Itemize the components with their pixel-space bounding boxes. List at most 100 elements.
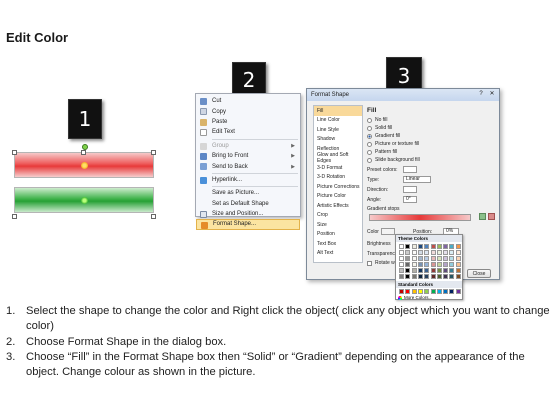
- category-fill[interactable]: Fill: [314, 106, 362, 116]
- radio-slide-background-fill[interactable]: Slide background fill: [367, 157, 420, 163]
- add-stop-icon[interactable]: [479, 213, 486, 220]
- radio-pattern-fill[interactable]: Pattern fill: [367, 149, 397, 155]
- color-swatch[interactable]: [430, 256, 436, 261]
- color-swatch[interactable]: [430, 262, 436, 267]
- color-dropdown[interactable]: [381, 228, 395, 235]
- color-swatch[interactable]: [430, 244, 436, 249]
- category-picture-color[interactable]: Picture Color: [314, 192, 362, 202]
- radio-button[interactable]: [367, 133, 372, 139]
- category-line-style[interactable]: Line Style: [314, 125, 362, 135]
- color-swatch[interactable]: [424, 268, 430, 273]
- category-position[interactable]: Position: [314, 230, 362, 240]
- color-swatch[interactable]: [399, 274, 404, 279]
- color-swatch[interactable]: [436, 262, 442, 267]
- checkbox[interactable]: [367, 260, 372, 266]
- color-swatch[interactable]: [399, 256, 404, 261]
- color-swatch[interactable]: [405, 274, 411, 279]
- resize-handle[interactable]: [12, 214, 17, 219]
- color-swatch[interactable]: [417, 256, 423, 261]
- color-swatch[interactable]: [436, 244, 442, 249]
- menu-item-cut[interactable]: Cut: [196, 96, 300, 106]
- color-swatch[interactable]: [399, 262, 404, 267]
- color-swatch[interactable]: [436, 250, 442, 255]
- color-swatch[interactable]: [449, 274, 455, 279]
- category-3d-format[interactable]: 3-D Format: [314, 163, 362, 173]
- color-swatch[interactable]: [417, 244, 423, 249]
- color-swatch[interactable]: [424, 274, 430, 279]
- gradient-stops-bar[interactable]: [369, 214, 471, 221]
- menu-item-send-to-back[interactable]: Send to Back ▶: [196, 161, 300, 171]
- color-swatch[interactable]: [443, 256, 449, 261]
- color-swatch[interactable]: [399, 289, 404, 294]
- color-swatch[interactable]: [449, 244, 455, 249]
- category-alt-text[interactable]: Alt Text: [314, 249, 362, 259]
- radio-solid-fill[interactable]: Solid fill: [367, 125, 392, 131]
- color-swatch[interactable]: [443, 250, 449, 255]
- radio-button[interactable]: [367, 117, 372, 123]
- color-swatch[interactable]: [449, 256, 455, 261]
- color-swatch[interactable]: [405, 250, 411, 255]
- more-colors-link[interactable]: More Colors...: [398, 295, 432, 300]
- radio-button[interactable]: [367, 157, 372, 163]
- color-swatch[interactable]: [443, 274, 449, 279]
- category-picture-corrections[interactable]: Picture Corrections: [314, 182, 362, 192]
- menu-item-hyperlink[interactable]: Hyperlink...: [196, 175, 300, 185]
- color-swatch[interactable]: [455, 262, 461, 267]
- resize-handle[interactable]: [12, 150, 17, 155]
- color-swatch[interactable]: [449, 268, 455, 273]
- color-swatch[interactable]: [443, 268, 449, 273]
- color-swatch[interactable]: [436, 289, 442, 294]
- color-swatch[interactable]: [411, 250, 417, 255]
- direction-dropdown[interactable]: [403, 186, 417, 193]
- color-swatch[interactable]: [449, 289, 455, 294]
- color-swatch[interactable]: [455, 268, 461, 273]
- color-swatch[interactable]: [417, 289, 423, 294]
- color-swatch[interactable]: [424, 262, 430, 267]
- category-shadow[interactable]: Shadow: [314, 135, 362, 145]
- category-artistic-effects[interactable]: Artistic Effects: [314, 201, 362, 211]
- menu-item-edit-text[interactable]: Edit Text: [196, 127, 300, 137]
- color-swatch[interactable]: [430, 250, 436, 255]
- color-swatch[interactable]: [455, 244, 461, 249]
- rotation-handle[interactable]: [82, 144, 88, 150]
- radio-button[interactable]: [367, 141, 372, 147]
- remove-stop-icon[interactable]: [488, 213, 495, 220]
- color-swatch[interactable]: [417, 268, 423, 273]
- radio-picture-fill[interactable]: Picture or texture fill: [367, 141, 419, 147]
- color-swatch[interactable]: [443, 289, 449, 294]
- category-size[interactable]: Size: [314, 220, 362, 230]
- color-swatch[interactable]: [436, 274, 442, 279]
- color-swatch[interactable]: [411, 289, 417, 294]
- menu-item-copy[interactable]: Copy: [196, 106, 300, 116]
- category-line-color[interactable]: Line Color: [314, 116, 362, 126]
- color-swatch[interactable]: [399, 250, 404, 255]
- resize-handle[interactable]: [81, 150, 86, 155]
- radio-button[interactable]: [367, 149, 372, 155]
- menu-item-group[interactable]: Group ▶: [196, 141, 300, 151]
- close-button[interactable]: Close: [467, 269, 491, 278]
- type-dropdown[interactable]: Linear: [403, 176, 431, 183]
- close-icon[interactable]: ✕: [488, 91, 496, 98]
- color-swatch[interactable]: [443, 262, 449, 267]
- color-swatch[interactable]: [411, 274, 417, 279]
- category-glow[interactable]: Glow and Soft Edges: [314, 152, 362, 164]
- color-swatch[interactable]: [411, 268, 417, 273]
- color-swatch[interactable]: [411, 262, 417, 267]
- color-swatch[interactable]: [405, 256, 411, 261]
- resize-handle[interactable]: [151, 214, 156, 219]
- selected-shapes[interactable]: [10, 144, 158, 223]
- menu-item-size-position[interactable]: Size and Position...: [196, 209, 300, 219]
- color-swatch[interactable]: [417, 250, 423, 255]
- color-swatch[interactable]: [399, 244, 404, 249]
- radio-no-fill[interactable]: No fill: [367, 117, 388, 123]
- color-swatch[interactable]: [405, 262, 411, 267]
- resize-handle[interactable]: [151, 150, 156, 155]
- color-swatch[interactable]: [449, 250, 455, 255]
- menu-item-set-default-shape[interactable]: Set as Default Shape: [196, 199, 300, 209]
- category-text-box[interactable]: Text Box: [314, 239, 362, 249]
- radio-button[interactable]: [367, 125, 372, 131]
- category-3d-rotation[interactable]: 3-D Rotation: [314, 173, 362, 183]
- color-swatch[interactable]: [430, 268, 436, 273]
- color-swatch[interactable]: [411, 244, 417, 249]
- color-swatch[interactable]: [436, 256, 442, 261]
